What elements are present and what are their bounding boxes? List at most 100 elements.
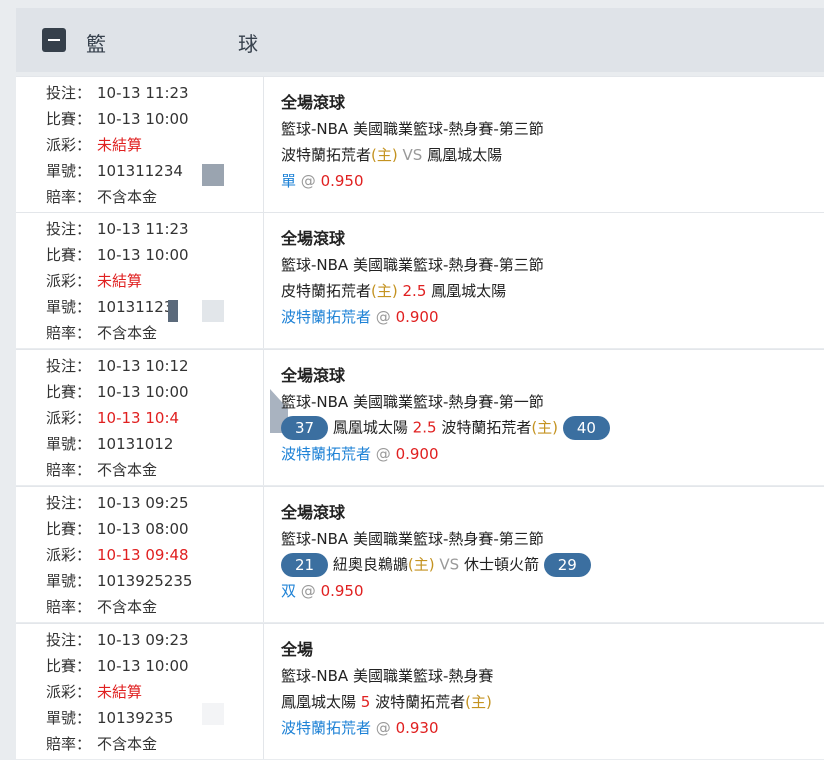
- label: 賠率：: [46, 324, 92, 342]
- selection: 波特蘭拓荒者: [281, 308, 372, 326]
- label: 派彩：: [46, 683, 92, 701]
- bet-row: 投注： 10-13 09:23 比賽： 10-13 10:00 派彩： 未結算 單號：…: [16, 623, 824, 759]
- selection: 單: [281, 172, 297, 190]
- at-sign: @: [300, 172, 316, 190]
- versus: VS: [402, 146, 423, 164]
- label: 單號：: [46, 435, 92, 453]
- ticket-line: 單號： 10139235: [46, 708, 173, 728]
- league-name: 籃球-NBA 美國職業籃球-熱身賽-第三節: [281, 120, 544, 138]
- match-time: 10-13 08:00: [97, 520, 189, 538]
- versus: VS: [439, 555, 460, 574]
- match-time-line: 比賽： 10-13 10:00: [46, 245, 189, 265]
- match-time-line: 比賽： 10-13 10:00: [46, 382, 189, 402]
- at-sign: @: [375, 445, 391, 463]
- collapse-minus-icon[interactable]: [42, 28, 66, 52]
- selection-line: 單 @ 0.950: [281, 171, 364, 191]
- ticket-number: 10131123: [97, 298, 174, 316]
- redaction-block: [202, 300, 224, 322]
- label: 單號：: [46, 298, 92, 316]
- away-team: 鳳凰城太陽: [427, 146, 503, 164]
- handicap: 2.5: [412, 418, 437, 437]
- odds-type: 不含本金: [97, 735, 158, 753]
- bet-detail: 全場 籃球-NBA 美國職業籃球-熱身賽 鳳凰城太陽 5 波特蘭拓荒者(主) 波…: [281, 624, 821, 759]
- label: 比賽：: [46, 383, 92, 401]
- bet-row: 投注： 10-13 11:23 比賽： 10-13 10:00 派彩： 未結算 單號：…: [16, 76, 824, 212]
- handicap: 2.5: [402, 282, 427, 300]
- label: 投注：: [46, 494, 92, 512]
- section-title-part-2: 球: [238, 32, 258, 56]
- home-team: 皮特蘭拓荒者: [281, 282, 372, 300]
- bet-time-line: 投注： 10-13 11:23: [46, 83, 189, 103]
- price: 0.930: [395, 719, 439, 737]
- selection-line: 波特蘭拓荒者 @ 0.930: [281, 718, 439, 738]
- selection: 波特蘭拓荒者: [281, 719, 372, 737]
- selection-line: 双 @ 0.950: [281, 581, 364, 601]
- bet-time: 10-13 09:25: [97, 494, 189, 512]
- selection: 波特蘭拓荒者: [281, 445, 372, 463]
- home-tag: (主): [531, 418, 559, 437]
- payout-time: 10-13 09:48: [97, 546, 189, 564]
- price: 0.950: [320, 582, 364, 600]
- label: 派彩：: [46, 272, 92, 290]
- matchup: 波特蘭拓荒者(主) VS 鳳凰城太陽: [281, 145, 502, 165]
- payout-line: 派彩： 未結算: [46, 135, 142, 155]
- home-tag: (主): [371, 282, 398, 300]
- label: 比賽：: [46, 657, 92, 675]
- label: 投注：: [46, 220, 92, 238]
- bet-info: 投注： 10-13 10:12 比賽： 10-13 10:00 派彩： 10-13 1…: [16, 350, 288, 485]
- score-right: 40: [562, 416, 610, 440]
- label: 賠率：: [46, 461, 92, 479]
- odds-line: 賠率： 不含本金: [46, 734, 157, 754]
- market-type: 全場: [281, 640, 314, 659]
- selection-line: 波特蘭拓荒者 @ 0.900: [281, 307, 439, 327]
- odds-type: 不含本金: [97, 461, 158, 479]
- bet-info: 投注： 10-13 09:25 比賽： 10-13 08:00 派彩： 10-13 0…: [16, 487, 264, 622]
- bet-time: 10-13 09:23: [97, 631, 189, 649]
- ticket-line: 單號： 10131123: [46, 297, 173, 317]
- label: 派彩：: [46, 546, 92, 564]
- match-time: 10-13 10:00: [97, 246, 189, 264]
- payout-line: 派彩： 未結算: [46, 271, 142, 291]
- bet-time-line: 投注： 10-13 09:23: [46, 630, 189, 650]
- score-left: 37: [281, 416, 329, 440]
- label: 賠率：: [46, 188, 92, 206]
- price: 0.900: [395, 308, 439, 326]
- odds-type: 不含本金: [97, 188, 158, 206]
- home-team: 波特蘭拓荒者: [281, 146, 372, 164]
- price: 0.900: [395, 445, 439, 463]
- market-type: 全場滾球: [281, 366, 346, 385]
- payout-line: 派彩： 未結算: [46, 682, 142, 702]
- matchup: 37 鳳凰城太陽 2.5 波特蘭拓荒者(主) 40: [281, 416, 610, 440]
- league-name: 籃球-NBA 美國職業籃球-熱身賽-第三節: [281, 256, 544, 274]
- bet-time: 10-13 10:12: [97, 357, 189, 375]
- market-type: 全場滾球: [281, 503, 346, 522]
- bet-info: 投注： 10-13 11:23 比賽： 10-13 10:00 派彩： 未結算 單號：…: [16, 213, 264, 348]
- bet-time-line: 投注： 10-13 09:25: [46, 493, 189, 513]
- bet-info: 投注： 10-13 09:23 比賽： 10-13 10:00 派彩： 未結算 單號：…: [16, 624, 264, 759]
- label: 單號：: [46, 709, 92, 727]
- redaction-block: [168, 300, 178, 322]
- odds-line: 賠率： 不含本金: [46, 187, 157, 207]
- payout-status: 未結算: [97, 272, 143, 290]
- match-time-line: 比賽： 10-13 10:00: [46, 109, 189, 129]
- match-time: 10-13 10:00: [97, 383, 189, 401]
- price: 0.950: [320, 172, 364, 190]
- label: 派彩：: [46, 136, 92, 154]
- label: 派彩：: [46, 409, 92, 427]
- league-name: 籃球-NBA 美國職業籃球-熱身賽-第三節: [281, 530, 544, 548]
- redaction-block: [202, 164, 224, 186]
- match-time: 10-13 10:00: [97, 657, 189, 675]
- ticket-line: 單號： 10131012: [46, 434, 173, 454]
- odds-type: 不含本金: [97, 324, 158, 342]
- market-type: 全場滾球: [281, 93, 346, 112]
- match-time: 10-13 10:00: [97, 110, 189, 128]
- team-right: 休士頓火箭: [463, 555, 539, 574]
- redaction-block: [202, 703, 224, 725]
- team-right: 波特蘭拓荒者: [441, 418, 532, 437]
- label: 單號：: [46, 162, 92, 180]
- at-sign: @: [300, 582, 316, 600]
- handicap: 5: [360, 693, 371, 711]
- odds-type: 不含本金: [97, 598, 158, 616]
- label: 賠率：: [46, 598, 92, 616]
- bet-detail: 全場滾球 籃球-NBA 美國職業籃球-熱身賽-第一節 37 鳳凰城太陽 2.5 …: [281, 350, 821, 485]
